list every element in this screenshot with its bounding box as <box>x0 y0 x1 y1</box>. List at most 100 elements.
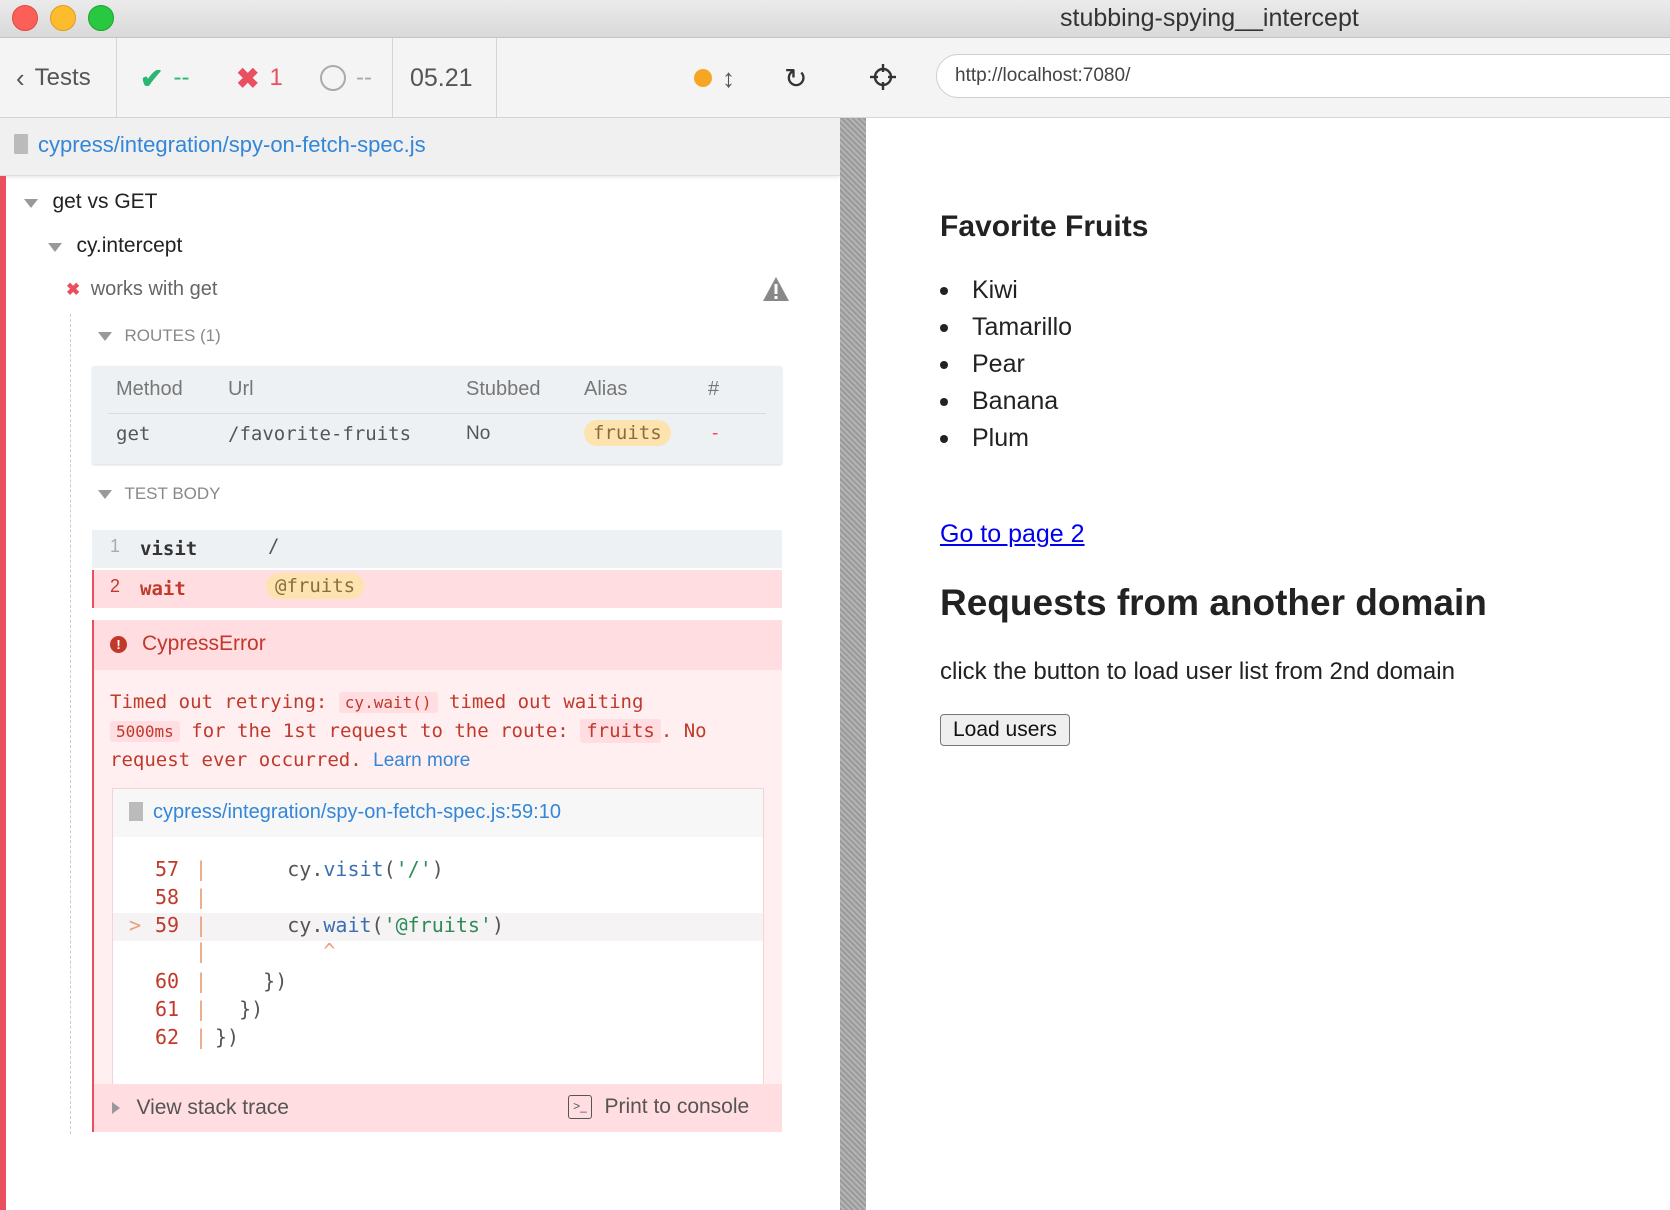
error-text: . No <box>660 720 707 742</box>
print-label: Print to console <box>604 1095 750 1118</box>
line-marker: > <box>129 913 142 937</box>
fruit-name: Banana <box>972 387 1059 415</box>
suite-cy-intercept[interactable]: cy.intercept <box>48 234 182 258</box>
load-users-button[interactable]: Load users <box>940 714 1070 746</box>
code-text: }) <box>215 1025 240 1049</box>
close-window-button[interactable] <box>12 5 38 31</box>
code-line: 58 | <box>155 885 208 909</box>
code-text: cy. <box>215 857 324 881</box>
window-title: stubbing-spying__intercept <box>1060 4 1359 32</box>
route-stubbed: No <box>466 423 491 444</box>
code-fn: visit <box>323 857 384 881</box>
column-header: Url <box>228 378 254 400</box>
code-frame-header: cypress/integration/spy-on-fetch-spec.js… <box>113 789 763 837</box>
routes-header[interactable]: ROUTES (1) <box>98 326 221 346</box>
status-dot-icon <box>694 69 712 87</box>
indent-guide <box>70 314 71 1134</box>
command-name: visit <box>140 538 198 560</box>
warning-icon[interactable] <box>762 276 790 307</box>
column-header: Stubbed <box>466 378 541 400</box>
fruit-name: Pear <box>972 350 1025 378</box>
spec-file-bar: cypress/integration/spy-on-fetch-spec.js <box>0 118 840 176</box>
reporter-header: ‹ Tests ✔ -- ✖ 1 -- 05.21 ↕ ↻ <box>0 38 840 118</box>
code-line: 61 | }) <box>155 997 264 1021</box>
spinner-icon <box>320 65 346 91</box>
caret-right-icon <box>112 1102 120 1114</box>
command-visit[interactable]: 1 visit / <box>92 530 782 568</box>
test-body-label: TEST BODY <box>124 484 221 503</box>
route-count: - <box>712 423 719 444</box>
error-text: Timed out retrying: <box>110 691 328 713</box>
error-text: for the 1st request to the route: <box>191 720 569 742</box>
code-text: ) <box>431 857 444 881</box>
error-code: 5000ms <box>110 721 180 742</box>
view-stack-trace-button[interactable]: View stack trace <box>112 1096 289 1120</box>
line-number: 61 <box>155 997 180 1021</box>
failed-x-icon: ✖ <box>66 280 81 299</box>
route-url: /favorite-fruits <box>228 423 412 445</box>
panel-resize-handle[interactable] <box>840 118 866 1210</box>
error-panel: ! CypressError Timed out retrying: cy.wa… <box>92 620 782 1132</box>
url-field[interactable]: http://localhost:7080/ <box>936 54 1670 98</box>
test-body-header[interactable]: TEST BODY <box>98 484 221 504</box>
code-text: }) <box>215 969 288 993</box>
error-text: request ever occurred. <box>110 749 362 771</box>
suite-get-vs-get[interactable]: get vs GET <box>24 190 157 214</box>
test-title: works with get <box>90 278 218 300</box>
fruit-name: Plum <box>972 424 1029 452</box>
description-text: click the button to load user list from … <box>940 658 1455 685</box>
route-alias-badge: fruits <box>584 420 671 446</box>
code-arg: '@fruits' <box>383 913 492 937</box>
rerun-icon[interactable]: ↻ <box>784 38 807 118</box>
window-titlebar: stubbing-spying__intercept <box>0 0 1670 38</box>
error-icon: ! <box>110 636 127 653</box>
print-to-console-button[interactable]: >_ Print to console <box>568 1095 749 1119</box>
suite-title: get vs GET <box>52 190 158 213</box>
command-wait[interactable]: 2 wait @fruits <box>92 570 782 608</box>
code-frame: cypress/integration/spy-on-fetch-spec.js… <box>112 788 764 1086</box>
suite-title: cy.intercept <box>76 234 183 257</box>
column-header: Alias <box>584 378 628 400</box>
caret-down-icon <box>48 243 62 252</box>
stack-trace-label: View stack trace <box>136 1096 289 1119</box>
error-name: CypressError <box>142 632 266 655</box>
fruit-name: Kiwi <box>972 276 1018 304</box>
test-works-with-get[interactable]: ✖ works with get <box>66 278 217 301</box>
command-number: 1 <box>110 536 121 556</box>
status-indicator[interactable] <box>694 38 712 118</box>
minimize-window-button[interactable] <box>50 5 76 31</box>
column-header: Method <box>116 378 183 400</box>
learn-more-link[interactable]: Learn more <box>373 750 470 771</box>
error-text: timed out waiting <box>448 691 644 713</box>
page-2-link[interactable]: Go to page 2 <box>940 520 1085 549</box>
zoom-window-button[interactable] <box>88 5 114 31</box>
fruit-name: Tamarillo <box>972 313 1073 341</box>
line-number: 60 <box>155 969 180 993</box>
file-icon <box>129 802 143 821</box>
command-number: 2 <box>110 576 121 596</box>
caret-down-icon <box>24 199 38 208</box>
error-message: Timed out retrying: cy.wait() timed out … <box>110 688 760 775</box>
error-footer: View stack trace >_ Print to console <box>94 1084 782 1132</box>
app-iframe: Favorite Fruits Kiwi Tamarillo Pear Bana… <box>866 118 1670 1210</box>
x-icon: ✖ <box>236 62 260 94</box>
line-number: 58 <box>155 885 180 909</box>
routes-table: Method Url Stubbed Alias # get /favorite… <box>92 366 782 464</box>
code-line: 62 | }) <box>155 1025 240 1049</box>
code-frame-file-link[interactable]: cypress/integration/spy-on-fetch-spec.js… <box>153 801 561 824</box>
failed-stat: ✖ 1 <box>236 38 283 118</box>
command-name: wait <box>140 578 186 600</box>
back-to-tests-button[interactable]: ‹ Tests <box>16 38 91 118</box>
another-domain-heading: Requests from another domain <box>940 582 1487 623</box>
line-number: 59 <box>155 913 180 937</box>
command-message: / <box>268 535 280 557</box>
selector-playground-crosshair-icon[interactable] <box>870 64 896 90</box>
code-line: | ^ <box>195 939 336 963</box>
error-code: cy.wait() <box>338 692 438 713</box>
code-text: ) <box>491 913 505 937</box>
back-label: Tests <box>34 64 91 91</box>
spec-file-link[interactable]: cypress/integration/spy-on-fetch-spec.js <box>38 132 426 158</box>
scroll-toggle-icon[interactable]: ↕ <box>722 38 735 118</box>
routes-label: ROUTES (1) <box>124 326 221 345</box>
caret-down-icon <box>98 332 112 341</box>
